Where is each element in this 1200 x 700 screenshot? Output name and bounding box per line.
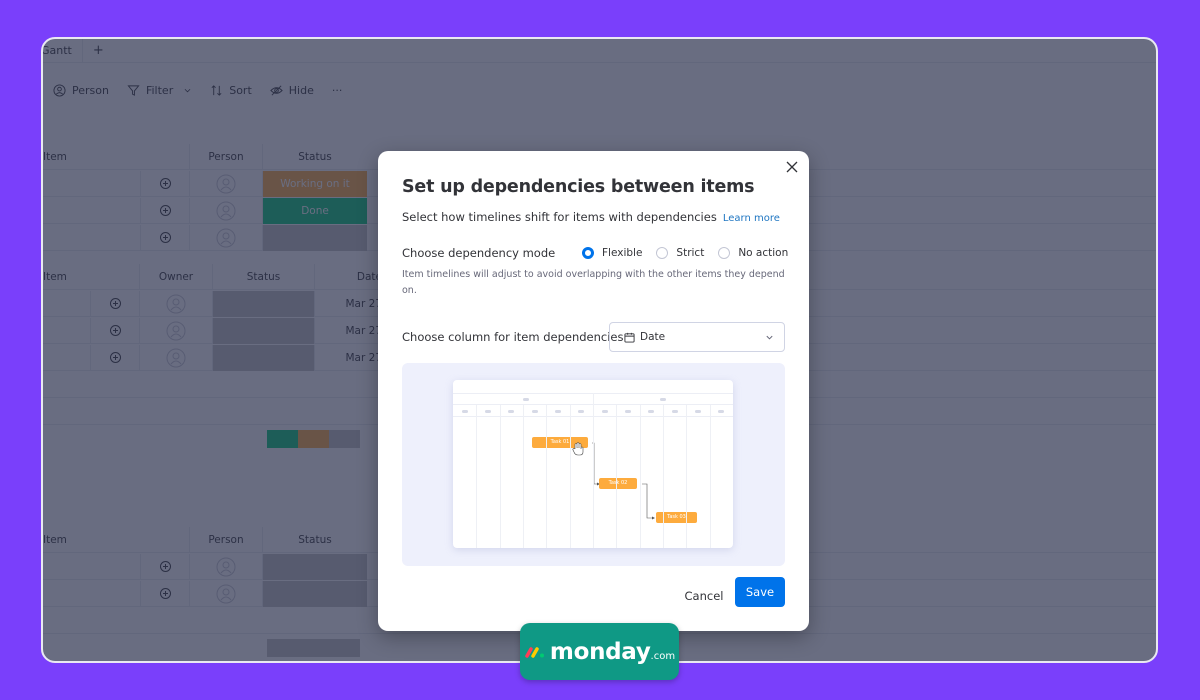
radio-label: No action xyxy=(738,247,789,259)
arrow-task2-to-task3 xyxy=(642,483,654,519)
gantt-column-line xyxy=(523,405,524,548)
dialog-subtitle-text: Select how timelines shift for items wit… xyxy=(402,210,717,224)
gantt-day-label xyxy=(461,410,468,413)
dependencies-dialog: Set up dependencies between items Select… xyxy=(378,151,809,631)
dependency-column-select[interactable]: Date xyxy=(609,322,785,352)
gantt-day-label xyxy=(625,410,631,413)
gantt-day-label xyxy=(485,410,491,413)
gantt-month-divider xyxy=(593,393,594,548)
gantt-column-line xyxy=(546,405,548,548)
brand-suffix: .com xyxy=(650,650,676,662)
gantt-day-label xyxy=(508,410,515,413)
gantt-column-line xyxy=(569,405,571,548)
gantt-column-line xyxy=(709,405,711,548)
gantt-day-label xyxy=(578,410,585,413)
gantt-column-line xyxy=(639,405,641,548)
gantt-month-label xyxy=(523,398,529,401)
save-button[interactable]: Save xyxy=(735,577,785,607)
radio-label: Flexible xyxy=(602,247,643,259)
radio-label: Strict xyxy=(676,247,705,259)
calendar-icon xyxy=(624,332,635,343)
gantt-month-label xyxy=(660,398,666,401)
radio-strict[interactable]: Strict xyxy=(656,247,704,259)
radio-indicator xyxy=(656,247,669,259)
dependency-mode-label: Choose dependency mode xyxy=(402,246,556,260)
gantt-day-label xyxy=(531,410,538,413)
gantt-illustration: Task 01 Task 02 Task 03 xyxy=(453,380,733,548)
monday-logo-icon xyxy=(525,646,544,658)
dependency-mode-radio-group: Flexible Strict No action xyxy=(582,247,802,259)
gantt-day-label xyxy=(718,410,725,413)
radio-indicator xyxy=(582,247,594,259)
cancel-button[interactable]: Cancel xyxy=(676,581,732,611)
dependency-preview-illustration: Task 01 Task 02 Task 03 xyxy=(402,363,785,566)
chevron-down-icon xyxy=(766,335,773,340)
task-bar: Task 02 xyxy=(599,478,637,489)
gantt-day-label xyxy=(695,410,701,413)
gantt-day-label xyxy=(555,410,561,413)
dialog-title: Set up dependencies between items xyxy=(402,177,755,197)
close-icon[interactable] xyxy=(785,160,799,174)
radio-flexible[interactable]: Flexible xyxy=(582,247,642,259)
brand-badge: monday .com xyxy=(520,623,679,680)
gantt-column-line xyxy=(686,405,688,548)
gantt-day-label xyxy=(671,410,678,413)
radio-indicator xyxy=(718,247,731,259)
mode-description: Item timelines will adjust to avoid over… xyxy=(402,269,785,296)
gantt-column-line xyxy=(616,405,618,548)
dependency-column-label: Choose column for item dependencies xyxy=(402,330,624,344)
gantt-column-line xyxy=(663,405,664,548)
hand-cursor-icon xyxy=(572,442,584,456)
gantt-day-label xyxy=(648,410,655,413)
gantt-day-label xyxy=(601,410,608,413)
radio-no-action[interactable]: No action xyxy=(718,247,788,259)
gantt-column-line xyxy=(499,405,501,548)
gantt-column-line xyxy=(476,405,478,548)
learn-more-link[interactable]: Learn more xyxy=(723,213,780,224)
dialog-subtitle: Select how timelines shift for items wit… xyxy=(402,210,780,224)
brand-name: monday xyxy=(549,638,651,665)
arrow-head xyxy=(652,516,655,520)
selected-column-value: Date xyxy=(640,331,666,343)
